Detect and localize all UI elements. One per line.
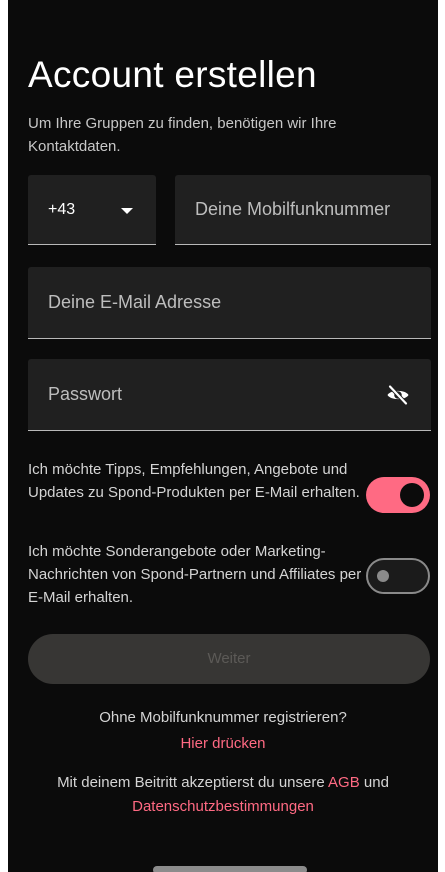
page-title: Account erstellen [28,54,317,95]
privacy-policy-link[interactable]: Datenschutzbestimmungen [132,798,314,815]
partner-consent-toggle[interactable] [366,558,430,594]
email-input[interactable]: Deine E-Mail Adresse [28,267,431,339]
partner-consent-label: Ich möchte Sonderangebote oder Marketing… [28,543,362,606]
click-here-link[interactable]: Hier drücken [180,735,265,752]
terms-line: Mit deinem Beitritt akzeptierst du unser… [8,774,438,791]
dropdown-arrow-icon [121,208,133,214]
register-without-phone-prompt: Ohne Mobilfunknummer registrieren? [99,709,347,726]
continue-button[interactable]: Weiter [28,634,430,684]
password-placeholder: Passwort [48,384,123,404]
tips-consent-toggle[interactable] [366,477,430,513]
phone-number-placeholder: Deine Mobilfunknummer [195,199,391,219]
country-code-select[interactable]: +43 [28,175,156,245]
agb-link[interactable]: AGB [328,774,360,791]
tips-consent-label: Ich möchte Tipps, Empfehlungen, Angebote… [28,461,360,501]
terms-connector: und [359,774,389,791]
eye-off-icon[interactable] [386,383,410,407]
toggle-knob [400,483,424,507]
home-indicator[interactable] [153,866,307,872]
password-input[interactable]: Passwort [28,359,431,431]
phone-number-input[interactable]: Deine Mobilfunknummer [175,175,431,245]
register-without-phone-link-row: Hier drücken [8,735,438,752]
email-placeholder: Deine E-Mail Adresse [48,292,222,312]
terms-prefix: Mit deinem Beitritt akzeptierst du unser… [57,774,329,791]
create-account-screen: Account erstellen Um Ihre Gruppen zu fin… [8,0,438,872]
country-code-value: +43 [48,201,76,218]
privacy-link-row: Datenschutzbestimmungen [8,798,438,815]
page-subtitle: Um Ihre Gruppen zu finden, benötigen wir… [28,115,337,155]
toggle-knob [377,570,389,582]
